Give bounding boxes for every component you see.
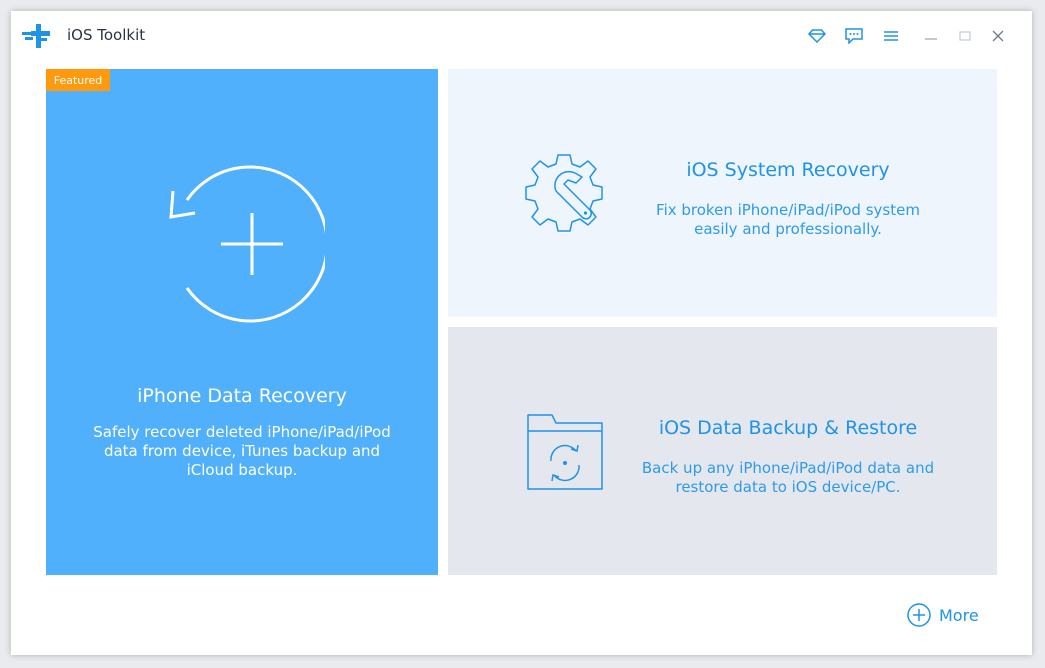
ios-system-recovery-card[interactable]: iOS System Recovery Fix broken iPhone/iP… — [448, 69, 997, 317]
menu-icon — [884, 31, 898, 41]
backup-folder-icon — [527, 414, 603, 490]
more-label: More — [939, 605, 979, 625]
ios-data-backup-card[interactable]: iOS Data Backup & Restore Back up any iP… — [448, 327, 997, 575]
app-logo-icon — [22, 24, 50, 48]
feedback-button[interactable] — [844, 26, 864, 46]
close-icon — [992, 30, 1004, 42]
plus-circle-icon — [907, 603, 931, 627]
maximize-icon — [959, 31, 971, 41]
ios-system-recovery-desc: Fix broken iPhone/iPad/iPod system easil… — [656, 201, 920, 238]
more-button[interactable]: More — [907, 602, 979, 628]
recovery-icon — [169, 165, 325, 323]
ios-system-recovery-title: iOS System Recovery — [686, 159, 890, 181]
diamond-button[interactable] — [807, 26, 827, 46]
featured-badge: Featured — [46, 69, 110, 91]
ios-data-backup-title: iOS Data Backup & Restore — [658, 417, 918, 439]
ios-data-backup-desc: Back up any iPhone/iPad/iPod data and re… — [641, 459, 935, 496]
close-button[interactable] — [988, 26, 1008, 46]
iphone-data-recovery-card[interactable]: Featured iPhone Data Recovery Safely rec… — [46, 69, 438, 575]
app-window: iOS Toolkit Featured iPhone Data Recover… — [11, 11, 1032, 655]
menu-button[interactable] — [881, 26, 901, 46]
minimize-button[interactable] — [921, 26, 941, 46]
maximize-button[interactable] — [955, 26, 975, 46]
feedback-icon — [845, 28, 863, 44]
iphone-data-recovery-title: iPhone Data Recovery — [137, 385, 347, 407]
iphone-data-recovery-desc: Safely recover deleted iPhone/iPad/iPod … — [93, 423, 391, 479]
title-bar: iOS Toolkit — [11, 11, 1032, 61]
minimize-icon — [925, 38, 937, 40]
app-title: iOS Toolkit — [67, 26, 146, 44]
gear-wrench-icon — [525, 154, 603, 232]
diamond-icon — [808, 29, 826, 43]
